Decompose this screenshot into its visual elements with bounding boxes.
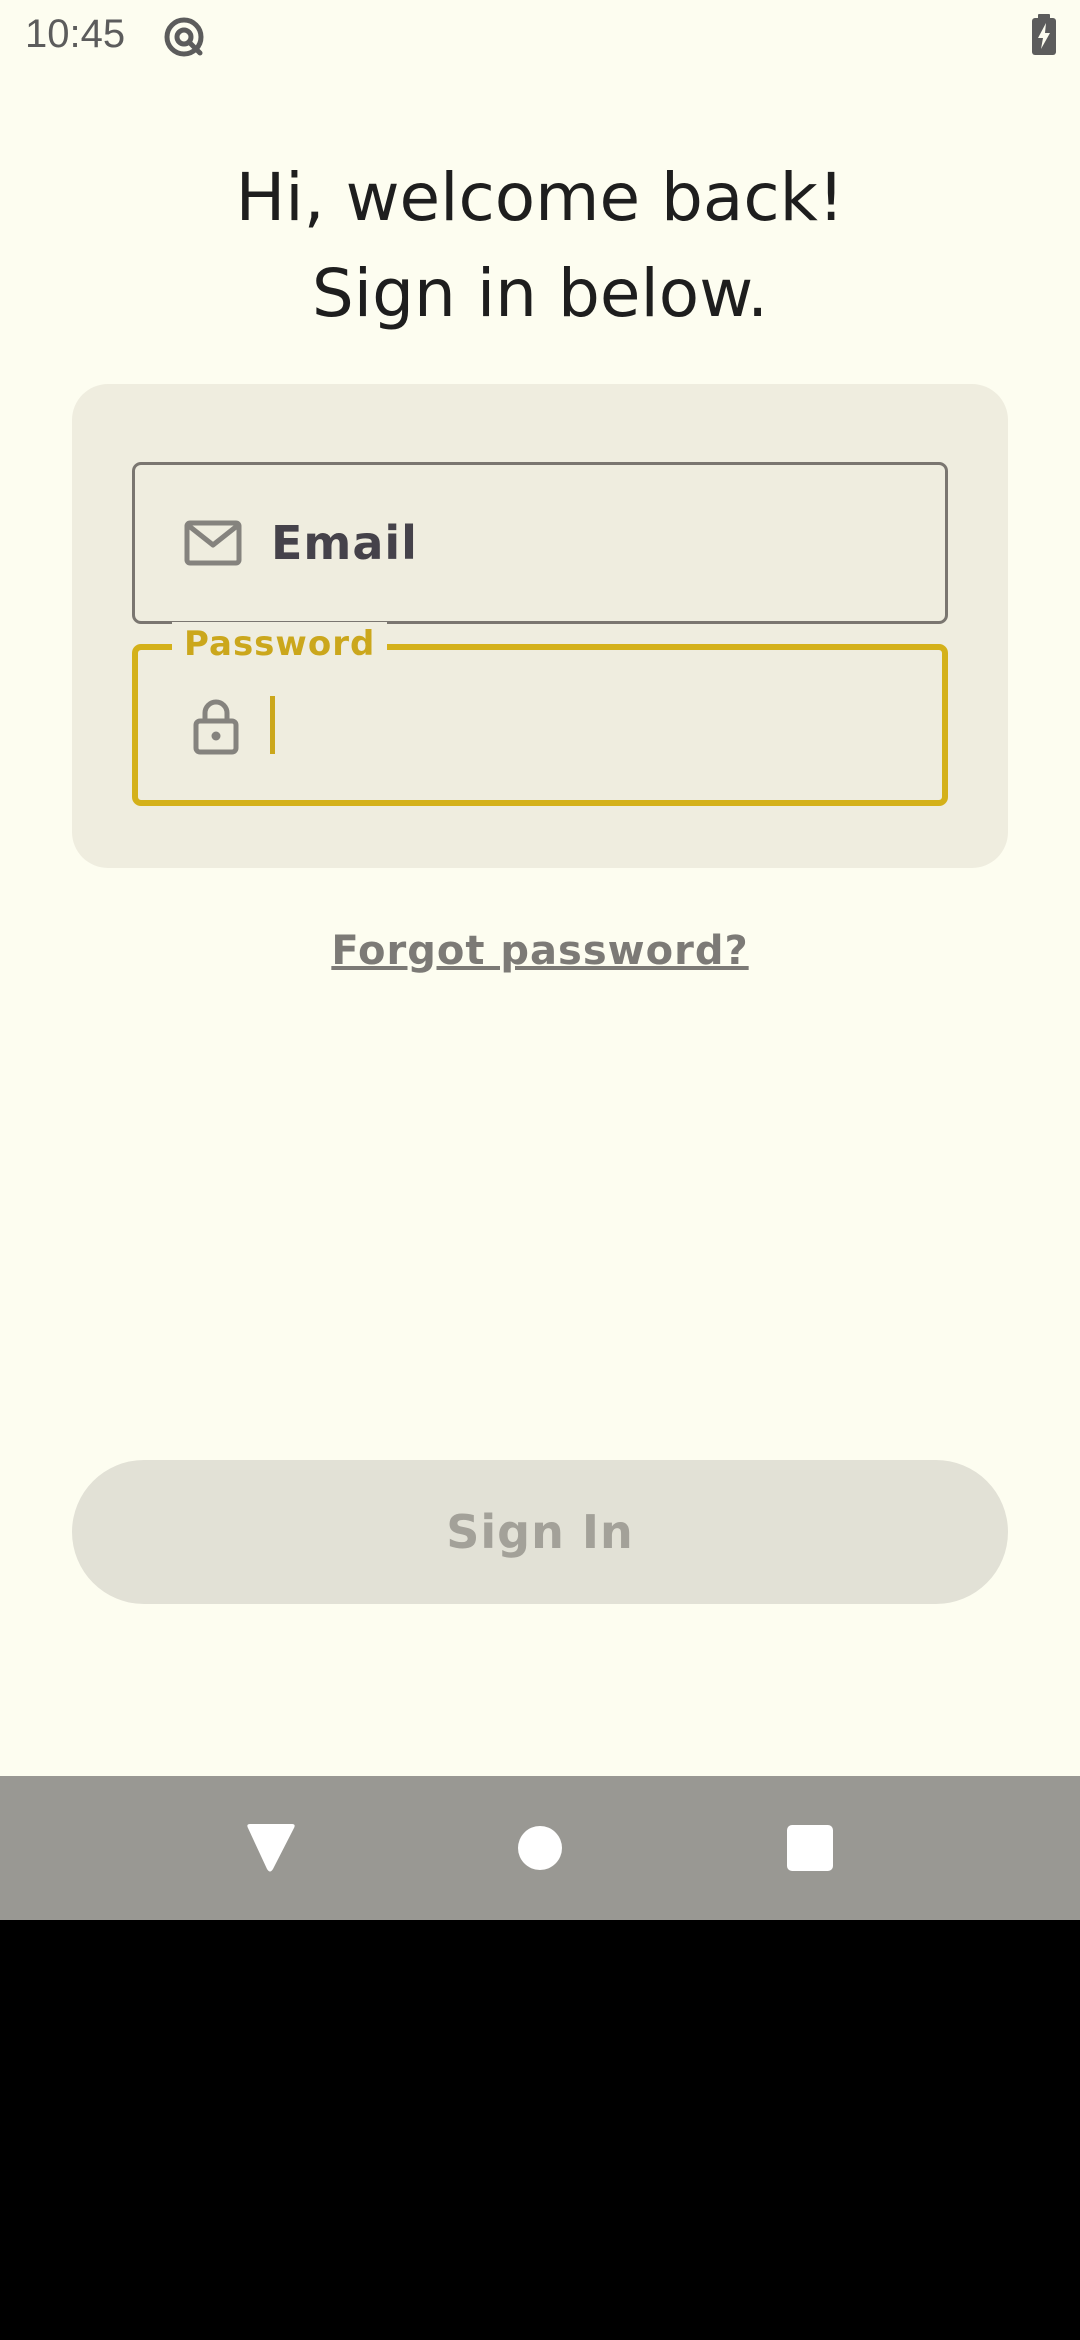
text-cursor [270, 696, 275, 754]
empty-bottom-area [0, 1920, 1080, 2340]
password-field[interactable]: Password [132, 622, 948, 806]
status-bar: 10:45 [0, 0, 1080, 72]
mail-icon [183, 513, 243, 573]
back-triangle-icon[interactable] [240, 1822, 300, 1876]
sign-in-button[interactable]: Sign In [72, 1460, 1008, 1604]
password-label: Password [172, 622, 388, 666]
welcome-line: Hi, welcome back! [235, 159, 845, 236]
at-sign-circle-icon [162, 15, 206, 59]
email-field[interactable]: Email [132, 462, 948, 624]
sign-in-line: Sign in below. [311, 255, 769, 332]
navigation-bar [0, 1776, 1080, 1920]
email-placeholder: Email [271, 516, 418, 570]
recents-square-icon[interactable] [787, 1825, 833, 1871]
sign-in-card: Email Password [72, 384, 1008, 868]
status-time: 10:45 [25, 12, 126, 56]
battery-charging-icon [1030, 14, 1058, 56]
home-circle-icon[interactable] [518, 1826, 562, 1870]
forgot-password-link[interactable]: Forgot password? [0, 928, 1080, 974]
page-title: Hi, welcome back! Sign in below. [0, 150, 1080, 342]
lock-icon [186, 695, 246, 755]
